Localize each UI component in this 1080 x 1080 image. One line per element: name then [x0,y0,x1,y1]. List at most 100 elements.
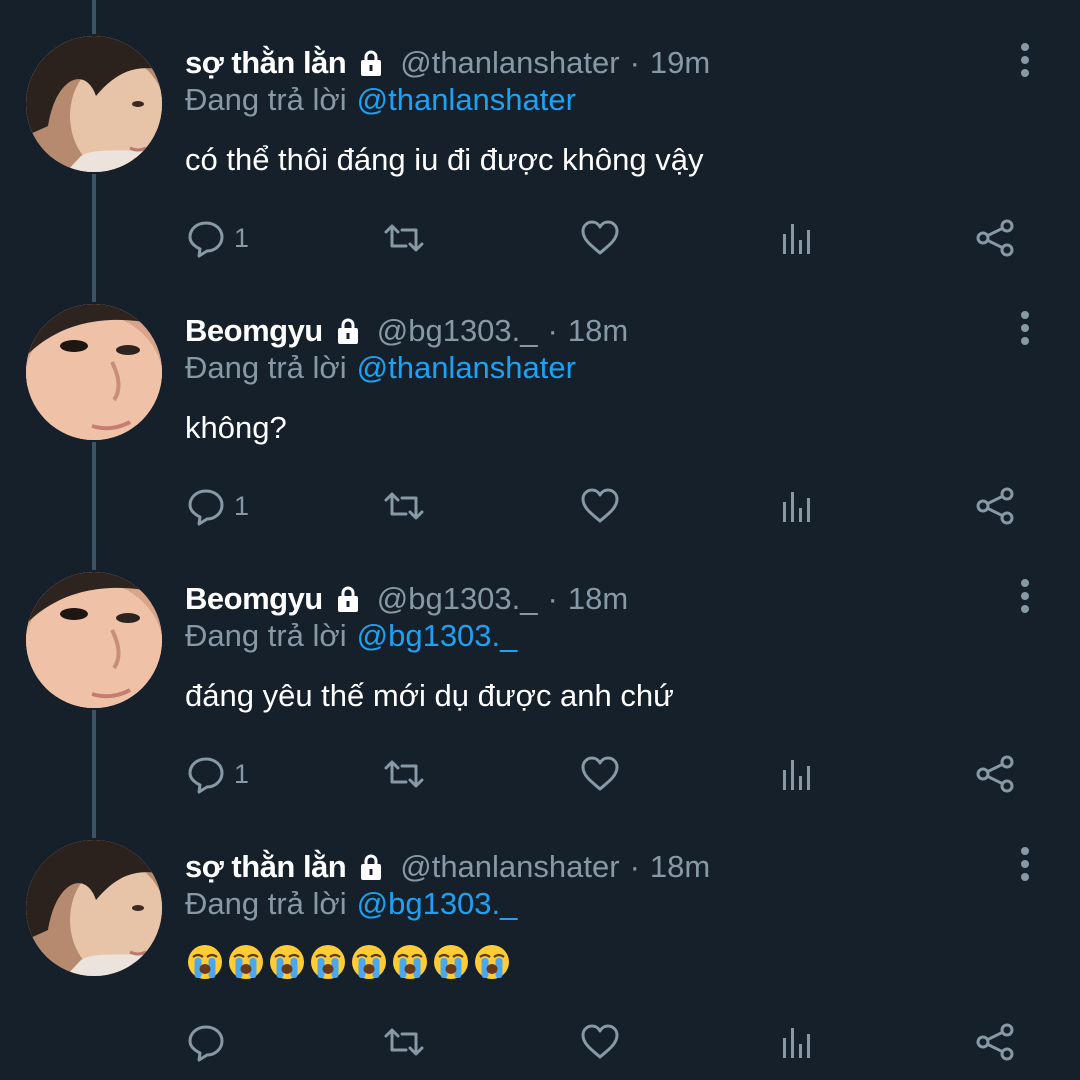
retweet-icon [382,1022,426,1062]
tweet-header: sợ thằn lằn @thanlanshater · 18m [185,844,710,890]
more-vertical-icon[interactable] [1010,308,1040,348]
mention-link[interactable]: @bg1303._ [357,618,518,653]
user-handle[interactable]: @bg1303._ [377,581,538,617]
lock-icon [333,584,363,614]
crying-face-emoji [311,945,345,979]
like-button[interactable] [580,1018,620,1066]
separator: · [547,581,558,616]
action-bar: 1 [186,482,1026,530]
replying-to: Đang trả lời @bg1303._ [185,618,517,654]
reply-button[interactable]: 1 [186,482,249,530]
crying-face-emoji [229,945,263,979]
retweet-button[interactable] [382,214,426,262]
user-handle[interactable]: @bg1303._ [377,313,538,349]
action-bar: 1 [186,214,1026,262]
avatar[interactable] [26,36,162,172]
retweet-icon [382,754,426,794]
tweet-text: không? [185,410,287,445]
mention-link[interactable]: @thanlanshater [357,350,576,385]
tweet[interactable]: sợ thằn lằn @thanlanshater · 18m Đang tr… [0,804,1080,1072]
reply-button[interactable]: 1 [186,750,249,798]
replying-to-label: Đang trả lời [185,618,347,653]
reply-count: 1 [234,490,250,521]
separator: · [547,313,558,348]
reply-icon [186,486,226,526]
tweet-text: có thể thôi đáng iu đi được không vậy [185,142,704,177]
separator: · [629,45,640,80]
tweet-header: Beomgyu @bg1303._ · 18m [185,308,628,354]
replying-to: Đang trả lời @thanlanshater [185,350,576,386]
tweet-header: Beomgyu @bg1303._ · 18m [185,576,628,622]
crying-face-emoji [352,945,386,979]
reply-count: 1 [234,222,250,253]
retweet-icon [382,218,426,258]
timestamp[interactable]: 19m [650,45,710,81]
display-name[interactable]: sợ thằn lằn [185,45,347,81]
tweet[interactable]: Beomgyu @bg1303._ · 18m Đang trả lời @tha… [0,268,1080,536]
avatar[interactable] [26,304,162,440]
retweet-button[interactable] [382,750,426,798]
crying-face-emoji [475,945,509,979]
retweet-button[interactable] [382,482,426,530]
analytics-button[interactable] [778,482,818,530]
reply-button[interactable] [186,1018,234,1066]
tweet[interactable]: sợ thằn lằn @thanlanshater · 19m Đang tr… [0,0,1080,268]
like-button[interactable] [580,750,620,798]
reply-icon [186,1022,226,1062]
share-icon [974,217,1016,259]
like-button[interactable] [580,482,620,530]
analytics-icon [778,1022,818,1062]
replying-to: Đang trả lời @thanlanshater [185,82,576,118]
like-button[interactable] [580,214,620,262]
heart-icon [580,486,620,526]
more-vertical-icon[interactable] [1010,844,1040,884]
retweet-button[interactable] [382,1018,426,1066]
share-button[interactable] [974,214,1016,262]
display-name[interactable]: Beomgyu [185,581,323,617]
more-vertical-icon[interactable] [1010,576,1040,616]
crying-emoji-row [188,945,509,979]
analytics-icon [778,486,818,526]
tweet-text [185,942,515,990]
crying-face-emoji [434,945,468,979]
heart-icon [580,218,620,258]
share-icon [974,485,1016,527]
heart-icon [580,754,620,794]
mention-link[interactable]: @thanlanshater [357,82,576,117]
analytics-button[interactable] [778,750,818,798]
heart-icon [580,1022,620,1062]
timestamp[interactable]: 18m [650,849,710,885]
display-name[interactable]: sợ thằn lằn [185,849,347,885]
crying-face-emoji [270,945,304,979]
share-button[interactable] [974,750,1016,798]
tweet-header: sợ thằn lằn @thanlanshater · 19m [185,40,710,86]
analytics-button[interactable] [778,214,818,262]
reply-button[interactable]: 1 [186,214,249,262]
replying-to-label: Đang trả lời [185,350,347,385]
reply-icon [186,754,226,794]
mention-link[interactable]: @bg1303._ [357,886,518,921]
timestamp[interactable]: 18m [568,581,628,617]
share-button[interactable] [974,1018,1016,1066]
crying-face-emoji [393,945,427,979]
more-vertical-icon[interactable] [1010,40,1040,80]
replying-to-label: Đang trả lời [185,82,347,117]
analytics-icon [778,218,818,258]
action-bar [186,1018,1026,1066]
timestamp[interactable]: 18m [568,313,628,349]
retweet-icon [382,486,426,526]
user-handle[interactable]: @thanlanshater [400,849,619,885]
share-icon [974,753,1016,795]
lock-icon [333,316,363,346]
lock-icon [356,852,386,882]
reply-icon [186,218,226,258]
avatar[interactable] [26,572,162,708]
analytics-button[interactable] [778,1018,818,1066]
share-button[interactable] [974,482,1016,530]
tweet[interactable]: Beomgyu @bg1303._ · 18m Đang trả lời @bg1… [0,536,1080,804]
user-handle[interactable]: @thanlanshater [400,45,619,81]
display-name[interactable]: Beomgyu [185,313,323,349]
separator: · [629,849,640,884]
action-bar: 1 [186,750,1026,798]
avatar[interactable] [26,840,162,976]
